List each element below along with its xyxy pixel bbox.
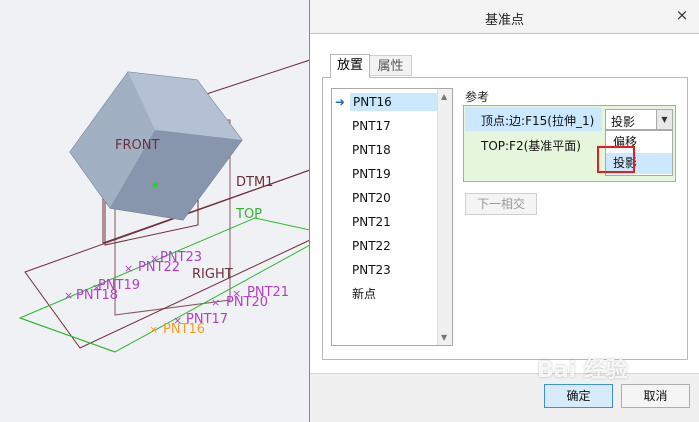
reference-label: 参考 — [465, 90, 490, 104]
point-label-pnt20[interactable]: PNT20 — [226, 296, 268, 310]
reference-row-vertex[interactable]: 顶点:边:F15(拉伸_1) — [465, 107, 602, 131]
svg-text:×: × — [124, 262, 133, 275]
reference-text: 顶点:边:F15(拉伸_1) — [481, 114, 595, 128]
list-item-pnt17[interactable]: PNT17 — [352, 117, 391, 135]
chevron-down-icon[interactable]: ▼ — [656, 110, 672, 129]
right-label: RIGHT — [192, 267, 233, 282]
svg-text:×: × — [149, 323, 158, 336]
dialog-title: 基准点 — [484, 13, 524, 28]
datum-point-dialog: 基准点 × 放置 属性 ➜ PNT16 PNT17 PNT18 PNT19 PN… — [309, 0, 699, 422]
scroll-down-icon[interactable]: ▼ — [441, 333, 447, 342]
baidu-watermark: Bai 经验 — [537, 358, 628, 383]
reference-collector[interactable]: 顶点:边:F15(拉伸_1) TOP:F2(基准平面) 投影 ▼ 偏移 投影 — [463, 105, 676, 182]
reference-row-top-plane[interactable]: TOP:F2(基准平面) — [481, 137, 581, 154]
svg-text:×: × — [211, 296, 220, 309]
list-item-pnt22[interactable]: PNT22 — [352, 237, 391, 255]
dialog-titlebar[interactable]: 基准点 × — [310, 0, 699, 34]
point-list[interactable]: ➜ PNT16 PNT17 PNT18 PNT19 PNT20 PNT21 PN… — [331, 88, 453, 346]
constraint-value: 投影 — [611, 115, 636, 129]
point-label-pnt18[interactable]: PNT18 — [76, 289, 118, 303]
list-item-pnt20[interactable]: PNT20 — [352, 189, 391, 207]
top-label: TOP — [236, 207, 263, 222]
current-point-arrow-icon: ➜ — [335, 95, 346, 109]
list-item-pnt19[interactable]: PNT19 — [352, 165, 391, 183]
dtm1-label: DTM1 — [236, 175, 274, 190]
constraint-select[interactable]: 投影 ▼ — [605, 109, 673, 130]
list-item-pnt18[interactable]: PNT18 — [352, 141, 391, 159]
annotation-highlight-box — [597, 146, 635, 173]
next-intersection-button[interactable]: 下一相交 — [465, 193, 537, 215]
scroll-up-icon[interactable]: ▲ — [441, 92, 447, 101]
tab-properties[interactable]: 属性 — [370, 55, 412, 76]
svg-text:×: × — [64, 289, 73, 302]
point-label-pnt22[interactable]: PNT22 — [138, 261, 180, 275]
list-scrollbar[interactable]: ▲ ▼ — [437, 89, 452, 345]
close-icon[interactable]: × — [673, 6, 691, 24]
cancel-button[interactable]: 取消 — [621, 384, 690, 408]
list-item-new-point[interactable]: 新点 — [352, 285, 376, 303]
point-label-pnt16[interactable]: PNT16 — [163, 323, 205, 337]
list-item-pnt21[interactable]: PNT21 — [352, 213, 391, 231]
list-item-pnt16[interactable]: PNT16 — [350, 93, 437, 111]
ok-button[interactable]: 确定 — [544, 384, 613, 408]
tab-placement[interactable]: 放置 — [330, 54, 370, 78]
list-item-pnt23[interactable]: PNT23 — [352, 261, 391, 279]
front-label: FRONT — [115, 138, 160, 153]
